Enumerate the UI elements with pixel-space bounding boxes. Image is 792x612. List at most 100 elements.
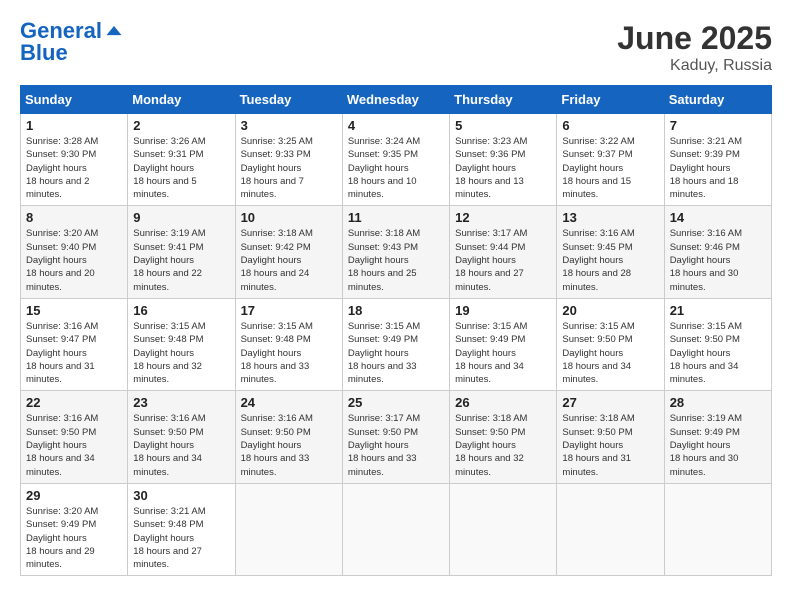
day-number: 6 bbox=[562, 118, 658, 133]
day-info: Sunrise: 3:16 AM Sunset: 9:50 PM Dayligh… bbox=[133, 412, 229, 478]
day-info: Sunrise: 3:18 AM Sunset: 9:42 PM Dayligh… bbox=[241, 227, 337, 293]
day-info: Sunrise: 3:28 AM Sunset: 9:30 PM Dayligh… bbox=[26, 135, 122, 201]
table-row bbox=[450, 483, 557, 575]
table-row: 9 Sunrise: 3:19 AM Sunset: 9:41 PM Dayli… bbox=[128, 206, 235, 298]
calendar-table: Sunday Monday Tuesday Wednesday Thursday… bbox=[20, 85, 772, 576]
day-info: Sunrise: 3:17 AM Sunset: 9:50 PM Dayligh… bbox=[348, 412, 444, 478]
table-row: 2 Sunrise: 3:26 AM Sunset: 9:31 PM Dayli… bbox=[128, 114, 235, 206]
day-number: 23 bbox=[133, 395, 229, 410]
day-info: Sunrise: 3:20 AM Sunset: 9:40 PM Dayligh… bbox=[26, 227, 122, 293]
table-row: 29 Sunrise: 3:20 AM Sunset: 9:49 PM Dayl… bbox=[21, 483, 128, 575]
day-number: 1 bbox=[26, 118, 122, 133]
day-info: Sunrise: 3:15 AM Sunset: 9:50 PM Dayligh… bbox=[670, 320, 766, 386]
day-number: 19 bbox=[455, 303, 551, 318]
day-number: 12 bbox=[455, 210, 551, 225]
calendar-row: 22 Sunrise: 3:16 AM Sunset: 9:50 PM Dayl… bbox=[21, 391, 772, 483]
col-sunday: Sunday bbox=[21, 86, 128, 114]
month-title: June 2025 bbox=[617, 20, 772, 57]
table-row: 13 Sunrise: 3:16 AM Sunset: 9:45 PM Dayl… bbox=[557, 206, 664, 298]
day-number: 4 bbox=[348, 118, 444, 133]
day-number: 15 bbox=[26, 303, 122, 318]
day-number: 25 bbox=[348, 395, 444, 410]
col-friday: Friday bbox=[557, 86, 664, 114]
table-row: 27 Sunrise: 3:18 AM Sunset: 9:50 PM Dayl… bbox=[557, 391, 664, 483]
day-info: Sunrise: 3:24 AM Sunset: 9:35 PM Dayligh… bbox=[348, 135, 444, 201]
day-info: Sunrise: 3:18 AM Sunset: 9:50 PM Dayligh… bbox=[562, 412, 658, 478]
table-row: 19 Sunrise: 3:15 AM Sunset: 9:49 PM Dayl… bbox=[450, 298, 557, 390]
day-number: 24 bbox=[241, 395, 337, 410]
table-row: 21 Sunrise: 3:15 AM Sunset: 9:50 PM Dayl… bbox=[664, 298, 771, 390]
table-row: 7 Sunrise: 3:21 AM Sunset: 9:39 PM Dayli… bbox=[664, 114, 771, 206]
col-monday: Monday bbox=[128, 86, 235, 114]
table-row: 17 Sunrise: 3:15 AM Sunset: 9:48 PM Dayl… bbox=[235, 298, 342, 390]
table-row: 20 Sunrise: 3:15 AM Sunset: 9:50 PM Dayl… bbox=[557, 298, 664, 390]
day-info: Sunrise: 3:21 AM Sunset: 9:48 PM Dayligh… bbox=[133, 505, 229, 571]
col-saturday: Saturday bbox=[664, 86, 771, 114]
day-info: Sunrise: 3:23 AM Sunset: 9:36 PM Dayligh… bbox=[455, 135, 551, 201]
day-info: Sunrise: 3:16 AM Sunset: 9:45 PM Dayligh… bbox=[562, 227, 658, 293]
day-number: 20 bbox=[562, 303, 658, 318]
table-row: 24 Sunrise: 3:16 AM Sunset: 9:50 PM Dayl… bbox=[235, 391, 342, 483]
table-row bbox=[235, 483, 342, 575]
table-row: 30 Sunrise: 3:21 AM Sunset: 9:48 PM Dayl… bbox=[128, 483, 235, 575]
day-info: Sunrise: 3:16 AM Sunset: 9:50 PM Dayligh… bbox=[26, 412, 122, 478]
day-number: 11 bbox=[348, 210, 444, 225]
table-row: 4 Sunrise: 3:24 AM Sunset: 9:35 PM Dayli… bbox=[342, 114, 449, 206]
table-row: 12 Sunrise: 3:17 AM Sunset: 9:44 PM Dayl… bbox=[450, 206, 557, 298]
day-info: Sunrise: 3:16 AM Sunset: 9:47 PM Dayligh… bbox=[26, 320, 122, 386]
calendar-row: 29 Sunrise: 3:20 AM Sunset: 9:49 PM Dayl… bbox=[21, 483, 772, 575]
day-info: Sunrise: 3:18 AM Sunset: 9:50 PM Dayligh… bbox=[455, 412, 551, 478]
logo-icon bbox=[104, 21, 124, 41]
day-info: Sunrise: 3:18 AM Sunset: 9:43 PM Dayligh… bbox=[348, 227, 444, 293]
table-row bbox=[342, 483, 449, 575]
table-row: 25 Sunrise: 3:17 AM Sunset: 9:50 PM Dayl… bbox=[342, 391, 449, 483]
table-row bbox=[664, 483, 771, 575]
logo: General Blue bbox=[20, 20, 124, 64]
table-row: 23 Sunrise: 3:16 AM Sunset: 9:50 PM Dayl… bbox=[128, 391, 235, 483]
table-row: 14 Sunrise: 3:16 AM Sunset: 9:46 PM Dayl… bbox=[664, 206, 771, 298]
calendar-row: 15 Sunrise: 3:16 AM Sunset: 9:47 PM Dayl… bbox=[21, 298, 772, 390]
table-row: 6 Sunrise: 3:22 AM Sunset: 9:37 PM Dayli… bbox=[557, 114, 664, 206]
table-row: 22 Sunrise: 3:16 AM Sunset: 9:50 PM Dayl… bbox=[21, 391, 128, 483]
day-info: Sunrise: 3:15 AM Sunset: 9:48 PM Dayligh… bbox=[241, 320, 337, 386]
col-wednesday: Wednesday bbox=[342, 86, 449, 114]
day-info: Sunrise: 3:26 AM Sunset: 9:31 PM Dayligh… bbox=[133, 135, 229, 201]
day-info: Sunrise: 3:16 AM Sunset: 9:50 PM Dayligh… bbox=[241, 412, 337, 478]
day-number: 13 bbox=[562, 210, 658, 225]
day-info: Sunrise: 3:21 AM Sunset: 9:39 PM Dayligh… bbox=[670, 135, 766, 201]
day-info: Sunrise: 3:19 AM Sunset: 9:49 PM Dayligh… bbox=[670, 412, 766, 478]
table-row bbox=[557, 483, 664, 575]
day-number: 2 bbox=[133, 118, 229, 133]
col-thursday: Thursday bbox=[450, 86, 557, 114]
table-row: 16 Sunrise: 3:15 AM Sunset: 9:48 PM Dayl… bbox=[128, 298, 235, 390]
day-info: Sunrise: 3:16 AM Sunset: 9:46 PM Dayligh… bbox=[670, 227, 766, 293]
day-number: 22 bbox=[26, 395, 122, 410]
day-info: Sunrise: 3:22 AM Sunset: 9:37 PM Dayligh… bbox=[562, 135, 658, 201]
day-info: Sunrise: 3:17 AM Sunset: 9:44 PM Dayligh… bbox=[455, 227, 551, 293]
table-row: 1 Sunrise: 3:28 AM Sunset: 9:30 PM Dayli… bbox=[21, 114, 128, 206]
day-info: Sunrise: 3:15 AM Sunset: 9:49 PM Dayligh… bbox=[455, 320, 551, 386]
day-number: 29 bbox=[26, 488, 122, 503]
page-header: General Blue June 2025 Kaduy, Russia bbox=[20, 20, 772, 75]
table-row: 8 Sunrise: 3:20 AM Sunset: 9:40 PM Dayli… bbox=[21, 206, 128, 298]
logo-text-blue: Blue bbox=[20, 42, 124, 64]
day-number: 10 bbox=[241, 210, 337, 225]
logo-text: General bbox=[20, 20, 102, 42]
day-number: 16 bbox=[133, 303, 229, 318]
table-row: 10 Sunrise: 3:18 AM Sunset: 9:42 PM Dayl… bbox=[235, 206, 342, 298]
table-row: 28 Sunrise: 3:19 AM Sunset: 9:49 PM Dayl… bbox=[664, 391, 771, 483]
day-number: 30 bbox=[133, 488, 229, 503]
day-number: 28 bbox=[670, 395, 766, 410]
day-info: Sunrise: 3:15 AM Sunset: 9:48 PM Dayligh… bbox=[133, 320, 229, 386]
day-number: 9 bbox=[133, 210, 229, 225]
day-number: 27 bbox=[562, 395, 658, 410]
table-row: 15 Sunrise: 3:16 AM Sunset: 9:47 PM Dayl… bbox=[21, 298, 128, 390]
day-number: 7 bbox=[670, 118, 766, 133]
day-info: Sunrise: 3:19 AM Sunset: 9:41 PM Dayligh… bbox=[133, 227, 229, 293]
table-row: 5 Sunrise: 3:23 AM Sunset: 9:36 PM Dayli… bbox=[450, 114, 557, 206]
day-info: Sunrise: 3:20 AM Sunset: 9:49 PM Dayligh… bbox=[26, 505, 122, 571]
day-info: Sunrise: 3:15 AM Sunset: 9:50 PM Dayligh… bbox=[562, 320, 658, 386]
day-info: Sunrise: 3:15 AM Sunset: 9:49 PM Dayligh… bbox=[348, 320, 444, 386]
day-number: 21 bbox=[670, 303, 766, 318]
header-row: Sunday Monday Tuesday Wednesday Thursday… bbox=[21, 86, 772, 114]
